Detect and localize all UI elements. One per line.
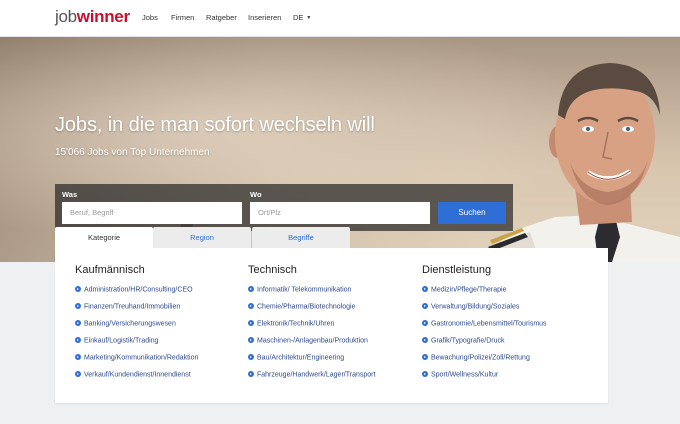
language-selector[interactable]: DE ▼ [293,13,311,22]
arrow-circle-icon [75,320,81,326]
caret-down-icon: ▼ [306,15,312,22]
arrow-circle-icon [248,371,254,377]
search-button[interactable]: Suchen [438,202,506,224]
arrow-circle-icon [75,303,81,309]
tab-region[interactable]: Region [153,227,251,248]
category-link[interactable]: Banking/Versicherungswesen [75,320,176,328]
category-panel: Kaufmännisch Administration/HR/Consultin… [55,248,608,403]
category-link-label: Maschinen-/Anlagenbau/Produktion [257,337,368,345]
category-link[interactable]: Einkauf/Logistik/Trading [75,337,158,345]
category-link-label: Banking/Versicherungswesen [84,320,176,328]
category-link[interactable]: Bewachung/Polizei/Zoll/Rettung [422,354,530,362]
nav-inserieren[interactable]: Inserieren [248,13,281,22]
category-link[interactable]: Informatik/ Telekommunikation [248,286,351,294]
category-link-label: Verwaltung/Bildung/Soziales [431,303,520,311]
category-link[interactable]: Marketing/Kommunikation/Redaktion [75,354,198,362]
arrow-circle-icon [75,337,81,343]
category-link[interactable]: Gastronomie/Lebensmittel/Tourismus [422,320,547,328]
category-link-label: Administration/HR/Consulting/CEO [84,286,193,294]
job-count-subline: 15'066 Jobs von Top Unternehmen [55,147,210,158]
hero-headline: Jobs, in die man sofort wechseln will [55,114,375,136]
search-form: Was Beruf, Begriff Wo Ort/Plz Suchen [55,184,513,231]
arrow-circle-icon [422,303,428,309]
tab-begriffe[interactable]: Begriffe [252,227,350,248]
category-link[interactable]: Medizin/Pflege/Therapie [422,286,507,294]
nav-ratgeber[interactable]: Ratgeber [206,13,237,22]
jobwinner-logo[interactable]: jobwinner [55,8,130,26]
category-link-label: Verkauf/Kundendienst/Innendienst [84,371,191,379]
was-label: Was [62,190,78,199]
category-link[interactable]: Maschinen-/Anlagenbau/Produktion [248,337,368,345]
arrow-circle-icon [422,371,428,377]
arrow-circle-icon [422,286,428,292]
arrow-circle-icon [75,371,81,377]
category-link-label: Elektronik/Technik/Uhren [257,320,335,328]
category-link-label: Grafik/Typografie/Druck [431,337,505,345]
logo-text-winner: winner [76,7,130,26]
arrow-circle-icon [422,337,428,343]
category-link-label: Bau/Architektur/Engineering [257,354,345,362]
column-title-kaufmaennisch: Kaufmännisch [75,264,145,276]
category-link[interactable]: Verwaltung/Bildung/Soziales [422,303,519,311]
category-link-label: Informatik/ Telekommunikation [257,286,352,294]
category-link-label: Fahrzeuge/Handwerk/Lager/Transport [257,371,376,379]
column-title-technisch: Technisch [248,264,297,276]
arrow-circle-icon [422,354,428,360]
category-link-label: Bewachung/Polizei/Zoll/Rettung [431,354,530,362]
language-selector-label: DE [293,13,304,22]
arrow-circle-icon [422,320,428,326]
category-link-label: Sport/Wellness/Kultur [431,371,499,379]
category-link-label: Medizin/Pflege/Therapie [431,286,507,294]
category-link[interactable]: Grafik/Typografie/Druck [422,337,505,345]
category-link-label: Marketing/Kommunikation/Redaktion [84,354,199,362]
tab-kategorie[interactable]: Kategorie [55,227,153,248]
logo-text-job: job [55,7,77,26]
arrow-circle-icon [248,303,254,309]
column-title-dienstleistung: Dienstleistung [422,264,492,276]
category-link[interactable]: Chemie/Pharma/Biotechnologie [248,303,355,311]
category-link[interactable]: Administration/HR/Consulting/CEO [75,286,193,294]
arrow-circle-icon [248,337,254,343]
top-navigation-bar: jobwinner Jobs Firmen Ratgeber Inseriere… [0,0,680,37]
arrow-circle-icon [75,286,81,292]
category-link[interactable]: Elektronik/Technik/Uhren [248,320,334,328]
category-link[interactable]: Fahrzeuge/Handwerk/Lager/Transport [248,371,375,379]
arrow-circle-icon [248,320,254,326]
category-link[interactable]: Bau/Architektur/Engineering [248,354,344,362]
category-link-label: Einkauf/Logistik/Trading [84,337,159,345]
category-link[interactable]: Verkauf/Kundendienst/Innendienst [75,371,191,379]
category-link-label: Gastronomie/Lebensmittel/Tourismus [431,320,547,328]
wo-input[interactable]: Ort/Plz [250,202,430,224]
arrow-circle-icon [248,286,254,292]
was-input[interactable]: Beruf, Begriff [62,202,242,224]
arrow-circle-icon [248,354,254,360]
nav-jobs[interactable]: Jobs [142,13,158,22]
category-link-label: Chemie/Pharma/Biotechnologie [257,303,356,311]
category-link[interactable]: Finanzen/Treuhand/Immobilien [75,303,180,311]
category-link[interactable]: Sport/Wellness/Kultur [422,371,498,379]
category-link-label: Finanzen/Treuhand/Immobilien [84,303,181,311]
arrow-circle-icon [75,354,81,360]
wo-label: Wo [250,190,262,199]
nav-firmen[interactable]: Firmen [171,13,194,22]
